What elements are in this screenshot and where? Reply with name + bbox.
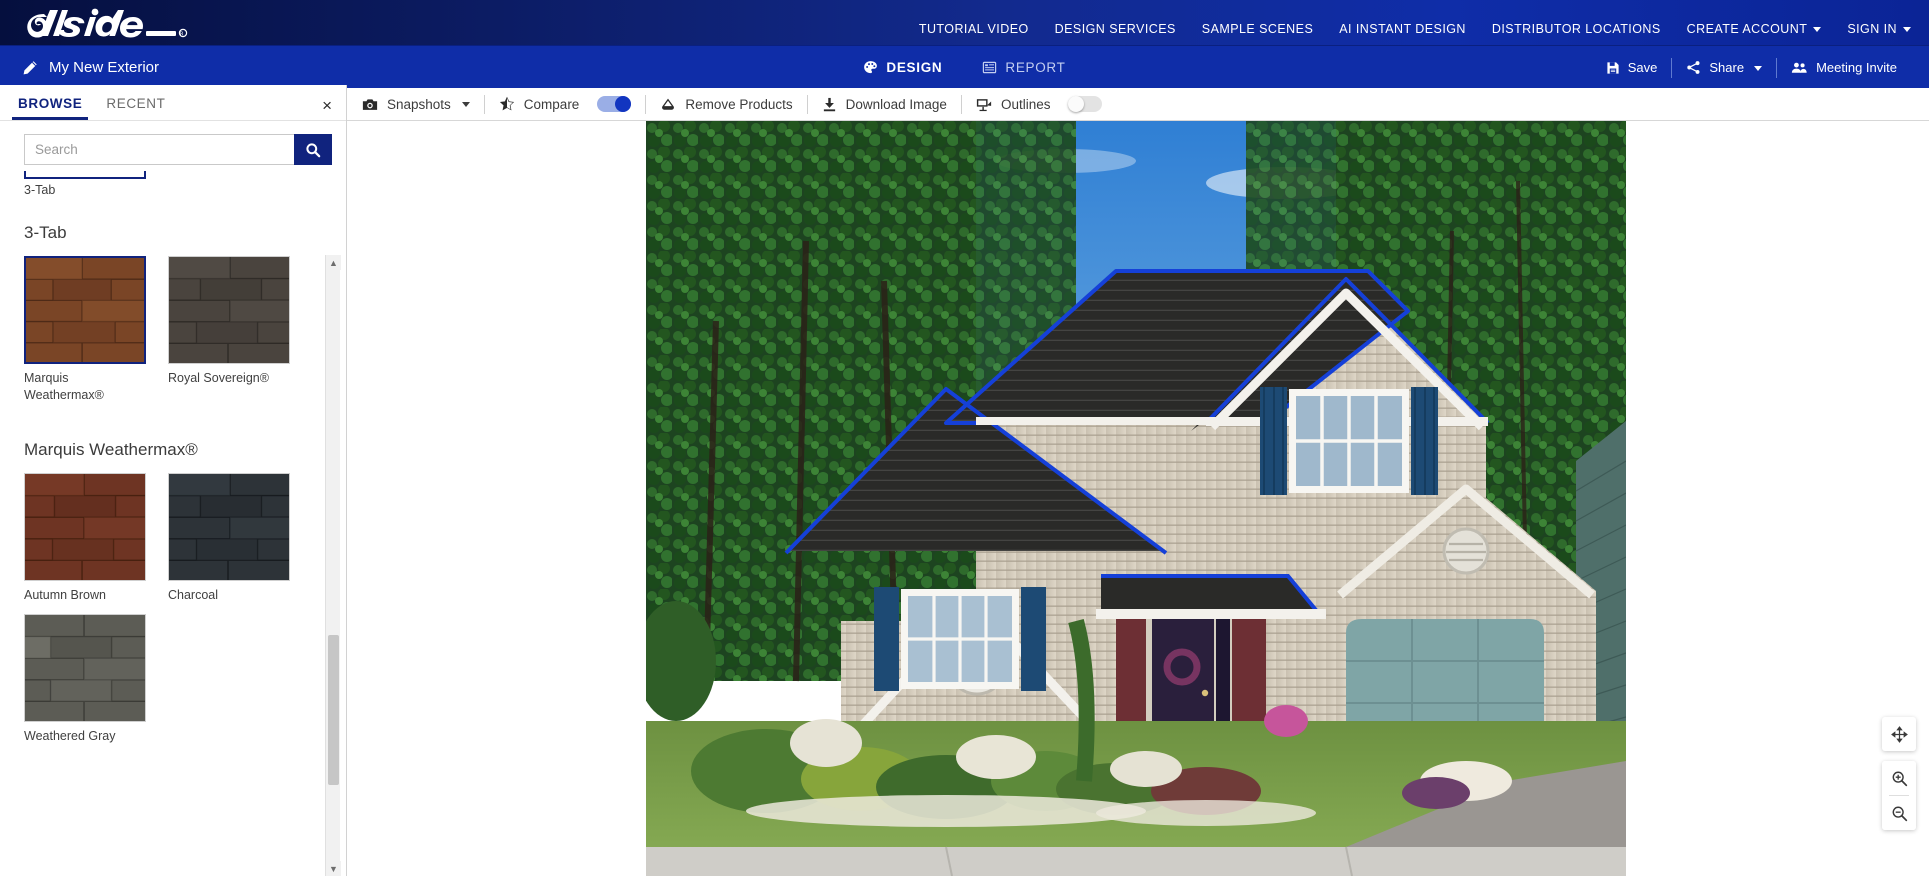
shingle-swatch-royal-sovereign bbox=[168, 256, 290, 364]
product-grid-marquis-weathermax: Autumn Brown Charcoal Weathered Gray bbox=[24, 472, 346, 755]
product-grid-3-tab: Marquis Weathermax® Royal Sovereign® bbox=[24, 256, 346, 414]
chevron-down-icon bbox=[1903, 27, 1911, 32]
toggle-knob bbox=[1068, 96, 1085, 112]
toggle-knob bbox=[615, 96, 632, 112]
product-label: Royal Sovereign® bbox=[168, 371, 269, 385]
zoom-button-group bbox=[1882, 761, 1916, 830]
move-icon bbox=[1890, 725, 1908, 743]
tab-report-label: REPORT bbox=[1005, 60, 1066, 75]
palette-icon bbox=[864, 61, 878, 74]
snapshots-label: Snapshots bbox=[387, 96, 451, 112]
shingle-swatch-marquis-weathermax bbox=[24, 256, 146, 364]
create-account-label: CREATE ACCOUNT bbox=[1686, 21, 1808, 36]
nav-link-design-services[interactable]: DESIGN SERVICES bbox=[1055, 22, 1176, 36]
nav-link-sign-in[interactable]: SIGN IN bbox=[1847, 22, 1911, 36]
product-card-weathered-gray[interactable]: Weathered Gray bbox=[24, 613, 146, 745]
group-heading-marquis-weathermax: Marquis Weathermax® bbox=[24, 439, 198, 459]
nav-link-tutorial-video[interactable]: TUTORIAL VIDEO bbox=[919, 22, 1029, 36]
meeting-invite-button[interactable]: Meeting Invite bbox=[1777, 57, 1911, 79]
remove-products-button[interactable]: Remove Products bbox=[646, 88, 806, 121]
people-icon bbox=[1791, 62, 1807, 73]
canvas-zoom-controls bbox=[1882, 717, 1916, 830]
eraser-icon bbox=[662, 98, 675, 110]
outlines-toggle[interactable] bbox=[1068, 96, 1103, 112]
outlines-button[interactable]: Outlines bbox=[962, 88, 1065, 121]
group-heading-3-tab: 3-Tab bbox=[24, 223, 67, 242]
shingle-swatch-autumn-brown bbox=[24, 472, 146, 581]
project-actions: Save Share Meeting Invite bbox=[1592, 46, 1911, 89]
compare-button[interactable]: Compare bbox=[485, 88, 594, 121]
partial-item-label: 3-Tab bbox=[24, 183, 56, 197]
svg-text:R: R bbox=[180, 32, 184, 38]
save-icon bbox=[1607, 61, 1619, 74]
meeting-invite-label: Meeting Invite bbox=[1816, 60, 1897, 75]
save-button[interactable]: Save bbox=[1592, 57, 1672, 79]
zoom-out-icon bbox=[1892, 806, 1907, 821]
product-list-scroll[interactable]: 3-Tab 3-Tab Marquis Weathermax® Royal So… bbox=[0, 171, 346, 876]
tab-report[interactable]: REPORT bbox=[978, 46, 1069, 89]
product-card-marquis-weathermax[interactable]: Marquis Weathermax® bbox=[24, 256, 146, 404]
download-icon bbox=[823, 97, 835, 111]
product-card-charcoal[interactable]: Charcoal bbox=[168, 472, 290, 604]
download-image-label: Download Image bbox=[845, 96, 947, 112]
sidebar-scrollbar[interactable]: ▲ ▼ bbox=[325, 255, 341, 876]
sign-in-label: SIGN IN bbox=[1847, 21, 1897, 36]
house-scene-image bbox=[646, 121, 1626, 876]
compare-label: Compare bbox=[523, 96, 580, 112]
scroll-up-icon[interactable]: ▲ bbox=[326, 255, 341, 270]
tab-recent[interactable]: RECENT bbox=[100, 96, 171, 120]
nav-link-sample-scenes[interactable]: SAMPLE SCENES bbox=[1202, 22, 1313, 36]
zoom-out-button[interactable] bbox=[1882, 796, 1916, 830]
product-label: Marquis Weathermax® bbox=[24, 371, 104, 402]
search-input[interactable] bbox=[24, 134, 294, 165]
scroll-down-icon[interactable]: ▼ bbox=[326, 861, 341, 876]
share-icon bbox=[1687, 61, 1700, 74]
shingle-swatch-weathered-gray bbox=[24, 613, 146, 722]
zoom-in-button[interactable] bbox=[1882, 761, 1916, 795]
tab-browse[interactable]: BROWSE bbox=[12, 96, 88, 120]
compare-toggle[interactable] bbox=[597, 96, 632, 112]
pan-tool-button[interactable] bbox=[1882, 717, 1916, 751]
chevron-down-icon bbox=[461, 101, 470, 107]
star-icon bbox=[499, 96, 514, 111]
search-group bbox=[24, 134, 332, 165]
product-browser-panel: BROWSE RECENT × 3-Tab 3-Tab bbox=[0, 85, 347, 876]
product-label: Charcoal bbox=[168, 587, 219, 602]
outlines-label: Outlines bbox=[1000, 96, 1051, 112]
house-rendering[interactable] bbox=[646, 121, 1626, 876]
share-label: Share bbox=[1709, 60, 1745, 75]
save-label: Save bbox=[1627, 60, 1658, 75]
close-panel-icon[interactable]: × bbox=[322, 97, 332, 114]
search-button[interactable] bbox=[294, 134, 332, 165]
tab-design-label: DESIGN bbox=[886, 60, 943, 75]
shingle-swatch-charcoal bbox=[168, 472, 290, 581]
chevron-down-icon bbox=[1813, 27, 1822, 32]
chevron-down-icon bbox=[1754, 66, 1763, 71]
tab-design[interactable]: DESIGN bbox=[859, 46, 946, 89]
product-label: Weathered Gray bbox=[24, 728, 116, 743]
nav-link-create-account[interactable]: CREATE ACCOUNT bbox=[1687, 22, 1822, 36]
panel-tabs: BROWSE RECENT × bbox=[0, 85, 346, 121]
scrollbar-thumb[interactable] bbox=[328, 635, 339, 785]
nav-link-distributor-locations[interactable]: DISTRIBUTOR LOCATIONS bbox=[1492, 22, 1661, 36]
product-card-royal-sovereign[interactable]: Royal Sovereign® bbox=[168, 256, 290, 404]
nav-link-ai-instant-design[interactable]: AI INSTANT DESIGN bbox=[1339, 22, 1466, 36]
download-image-button[interactable]: Download Image bbox=[808, 88, 961, 121]
camera-icon bbox=[362, 98, 378, 110]
alside-logo[interactable]: R bbox=[20, 3, 220, 49]
product-card-autumn-brown[interactable]: Autumn Brown bbox=[24, 472, 146, 604]
remove-products-label: Remove Products bbox=[685, 96, 793, 112]
project-toolbar: My New Exterior DESIGN REPORT Save Share… bbox=[0, 45, 1929, 88]
product-label: Autumn Brown bbox=[24, 587, 106, 602]
report-icon bbox=[983, 61, 997, 74]
search-icon bbox=[306, 142, 321, 157]
share-button[interactable]: Share bbox=[1672, 57, 1776, 79]
zoom-in-icon bbox=[1892, 771, 1907, 786]
outlines-icon bbox=[976, 98, 992, 111]
snapshots-button[interactable]: Snapshots bbox=[348, 88, 484, 121]
partial-selected-thumbnail[interactable] bbox=[24, 171, 146, 179]
design-canvas[interactable] bbox=[347, 121, 1929, 876]
